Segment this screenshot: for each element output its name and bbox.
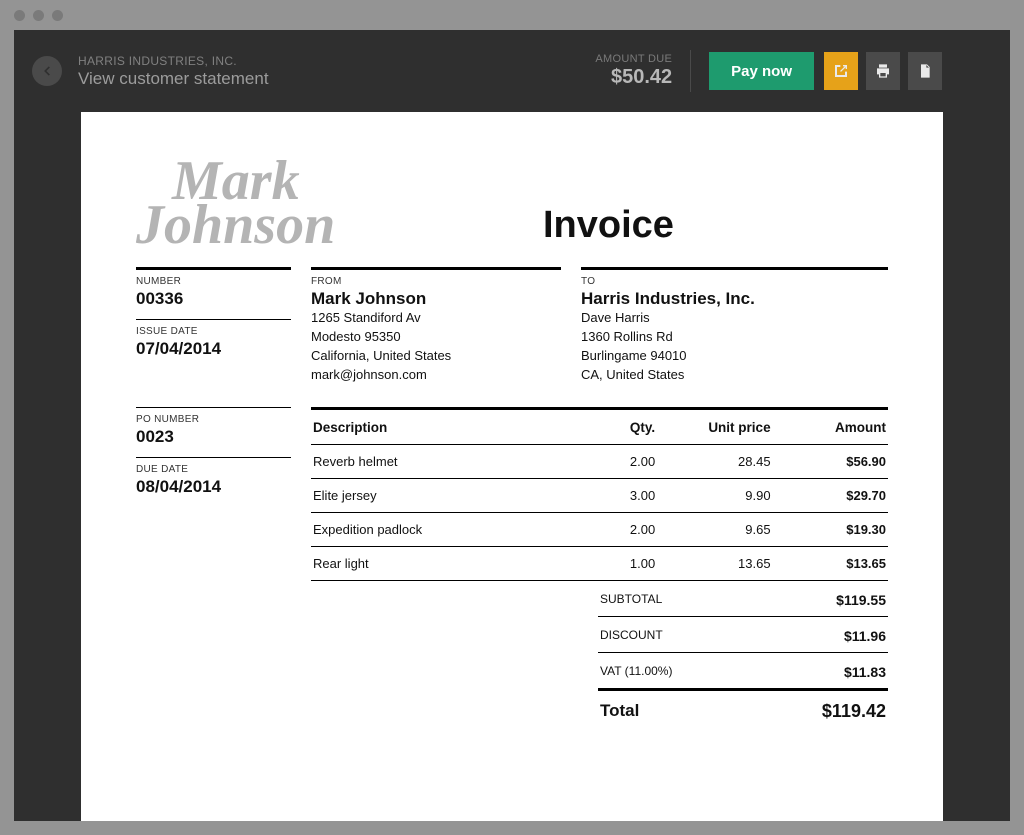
invoice-number: 00336 (136, 289, 291, 309)
invoice-paper: Mark Johnson Invoice NUMBER 00336 ISSUE … (81, 112, 943, 821)
table-row: Rear light1.0013.65$13.65 (311, 546, 888, 580)
amount-due-label: AMOUNT DUE (595, 53, 672, 65)
cell-amount: $56.90 (773, 444, 888, 478)
cell-qty: 3.00 (565, 478, 657, 512)
issue-date-label: ISSUE DATE (136, 326, 291, 337)
cell-price: 9.65 (657, 512, 772, 546)
to-line4: CA, United States (581, 366, 888, 385)
col-qty: Qty. (565, 408, 657, 444)
cell-amount: $19.30 (773, 512, 888, 546)
table-row: Expedition padlock2.009.65$19.30 (311, 512, 888, 546)
cell-price: 9.90 (657, 478, 772, 512)
pdf-button[interactable] (908, 52, 942, 90)
divider (690, 50, 691, 92)
from-email: mark@johnson.com (311, 366, 561, 385)
amount-due: AMOUNT DUE $50.42 (595, 53, 672, 89)
from-label: FROM (311, 276, 561, 287)
cell-desc: Reverb helmet (311, 444, 565, 478)
discount-label: DISCOUNT (600, 628, 663, 644)
chevron-left-icon (40, 64, 54, 78)
document-title: Invoice (543, 204, 888, 247)
to-line2: 1360 Rollins Rd (581, 328, 888, 347)
items-table: Description Qty. Unit price Amount Rever… (311, 407, 888, 581)
vat-value: $11.83 (844, 664, 886, 680)
cell-desc: Expedition padlock (311, 512, 565, 546)
table-row: Elite jersey3.009.90$29.70 (311, 478, 888, 512)
company-name: HARRIS INDUSTRIES, INC. (78, 54, 269, 68)
pay-now-button[interactable]: Pay now (709, 52, 814, 90)
number-label: NUMBER (136, 276, 291, 287)
to-line1: Dave Harris (581, 309, 888, 328)
issue-date: 07/04/2014 (136, 339, 291, 359)
from-line1: 1265 Standiford Av (311, 309, 561, 328)
signature-last: Johnson (136, 204, 335, 248)
due-date-label: DUE DATE (136, 464, 291, 475)
table-row: Reverb helmet2.0028.45$56.90 (311, 444, 888, 478)
edit-icon (833, 63, 849, 79)
subtotal-value: $119.55 (836, 592, 886, 608)
total-label: Total (600, 701, 639, 722)
topbar: HARRIS INDUSTRIES, INC. View customer st… (14, 30, 1010, 112)
amount-due-value: $50.42 (595, 66, 672, 89)
from-name: Mark Johnson (311, 289, 561, 309)
from-line2: Modesto 95350 (311, 328, 561, 347)
cell-price: 13.65 (657, 546, 772, 580)
print-icon (875, 63, 891, 79)
po-number: 0023 (136, 427, 291, 447)
breadcrumb: HARRIS INDUSTRIES, INC. View customer st… (78, 54, 269, 89)
cell-qty: 2.00 (565, 444, 657, 478)
file-pdf-icon (917, 63, 933, 79)
window-titlebar (0, 0, 1024, 30)
subtotal-label: SUBTOTAL (600, 592, 662, 608)
window-close-icon[interactable] (14, 10, 25, 21)
cell-amount: $29.70 (773, 478, 888, 512)
cell-qty: 2.00 (565, 512, 657, 546)
cell-desc: Elite jersey (311, 478, 565, 512)
back-button[interactable] (32, 56, 62, 86)
po-number-label: PO NUMBER (136, 414, 291, 425)
col-unit-price: Unit price (657, 408, 772, 444)
print-button[interactable] (866, 52, 900, 90)
edit-button[interactable] (824, 52, 858, 90)
total-value: $119.42 (822, 701, 886, 722)
col-description: Description (311, 408, 565, 444)
window-minimize-icon[interactable] (33, 10, 44, 21)
view-statement-link[interactable]: View customer statement (78, 69, 269, 89)
to-label: TO (581, 276, 888, 287)
signature-logo: Mark Johnson (136, 160, 335, 247)
from-line3: California, United States (311, 347, 561, 366)
to-name: Harris Industries, Inc. (581, 289, 888, 309)
due-date: 08/04/2014 (136, 477, 291, 497)
window-zoom-icon[interactable] (52, 10, 63, 21)
cell-qty: 1.00 (565, 546, 657, 580)
app-frame: HARRIS INDUSTRIES, INC. View customer st… (14, 30, 1010, 821)
cell-amount: $13.65 (773, 546, 888, 580)
to-line3: Burlingame 94010 (581, 347, 888, 366)
totals: SUBTOTAL $119.55 DISCOUNT $11.96 VAT (11… (598, 581, 888, 730)
discount-value: $11.96 (844, 628, 886, 644)
cell-price: 28.45 (657, 444, 772, 478)
col-amount: Amount (773, 408, 888, 444)
cell-desc: Rear light (311, 546, 565, 580)
vat-label: VAT (11.00%) (600, 664, 672, 680)
